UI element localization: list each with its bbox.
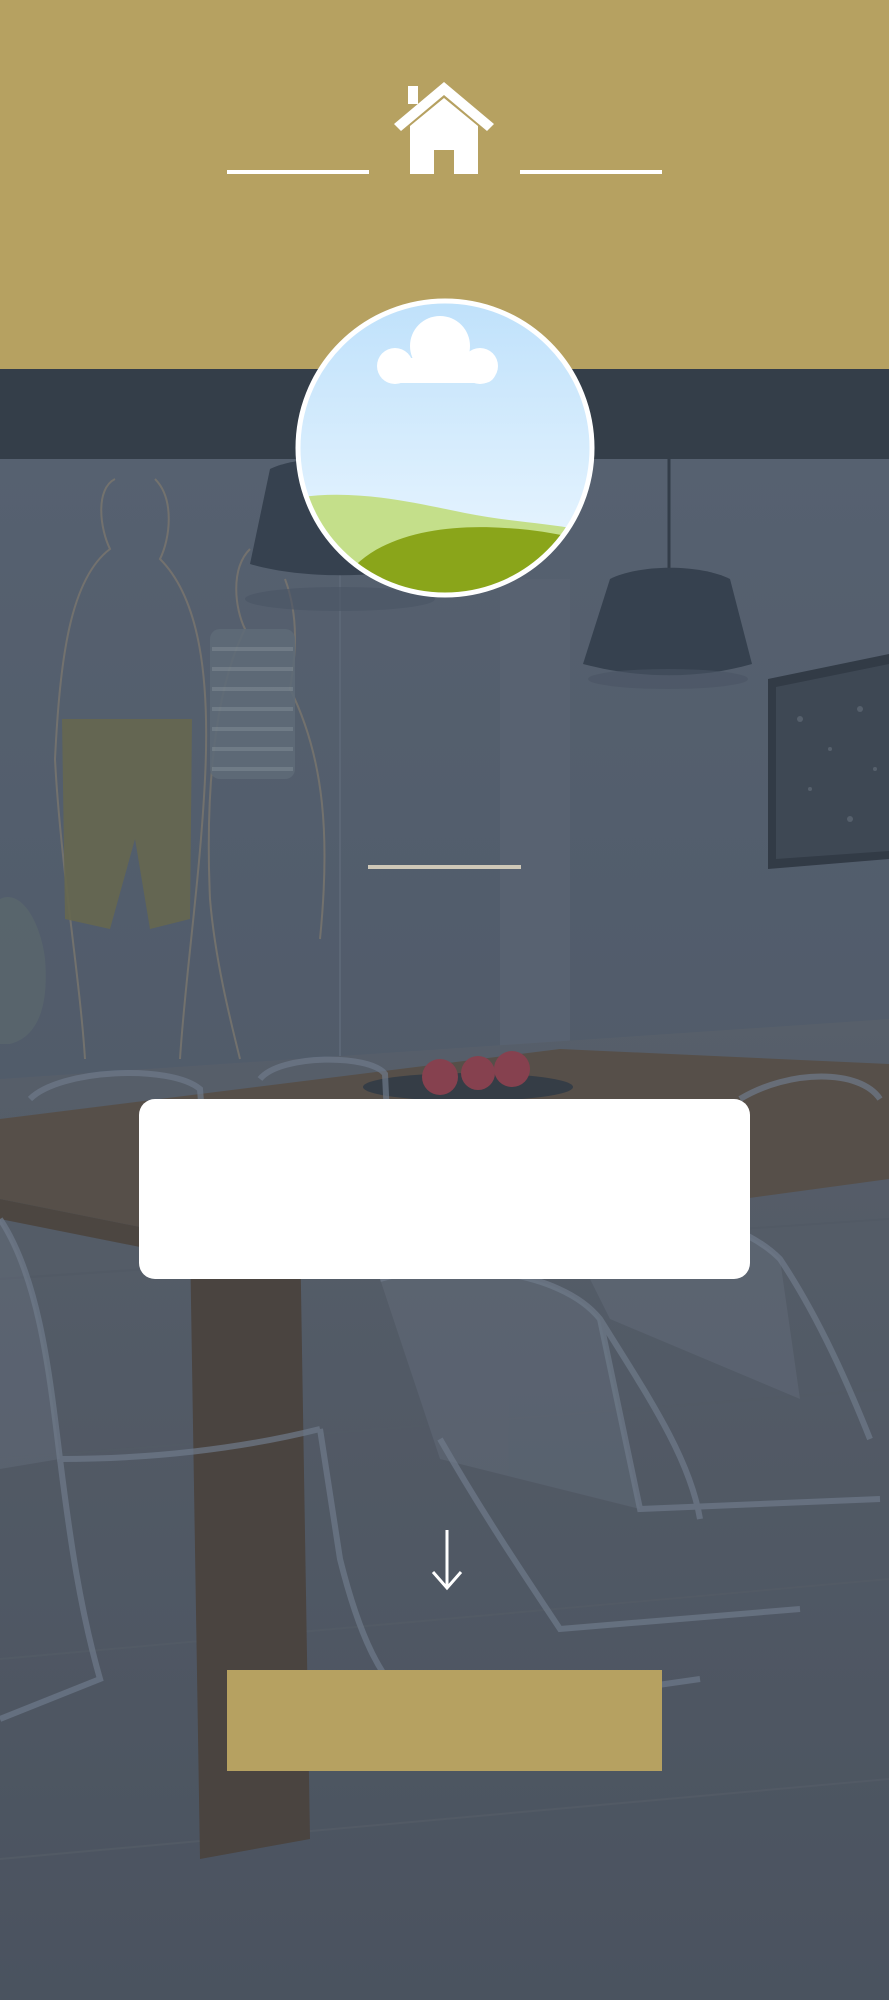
header-rule-left	[227, 170, 369, 174]
landscape-image-placeholder-icon[interactable]	[295, 298, 595, 598]
content-card	[139, 1099, 750, 1279]
divider	[368, 865, 521, 869]
arrow-down-icon[interactable]	[430, 1528, 464, 1592]
cta-button[interactable]	[227, 1670, 662, 1771]
home-icon[interactable]	[394, 78, 494, 176]
header-rule-right	[520, 170, 662, 174]
